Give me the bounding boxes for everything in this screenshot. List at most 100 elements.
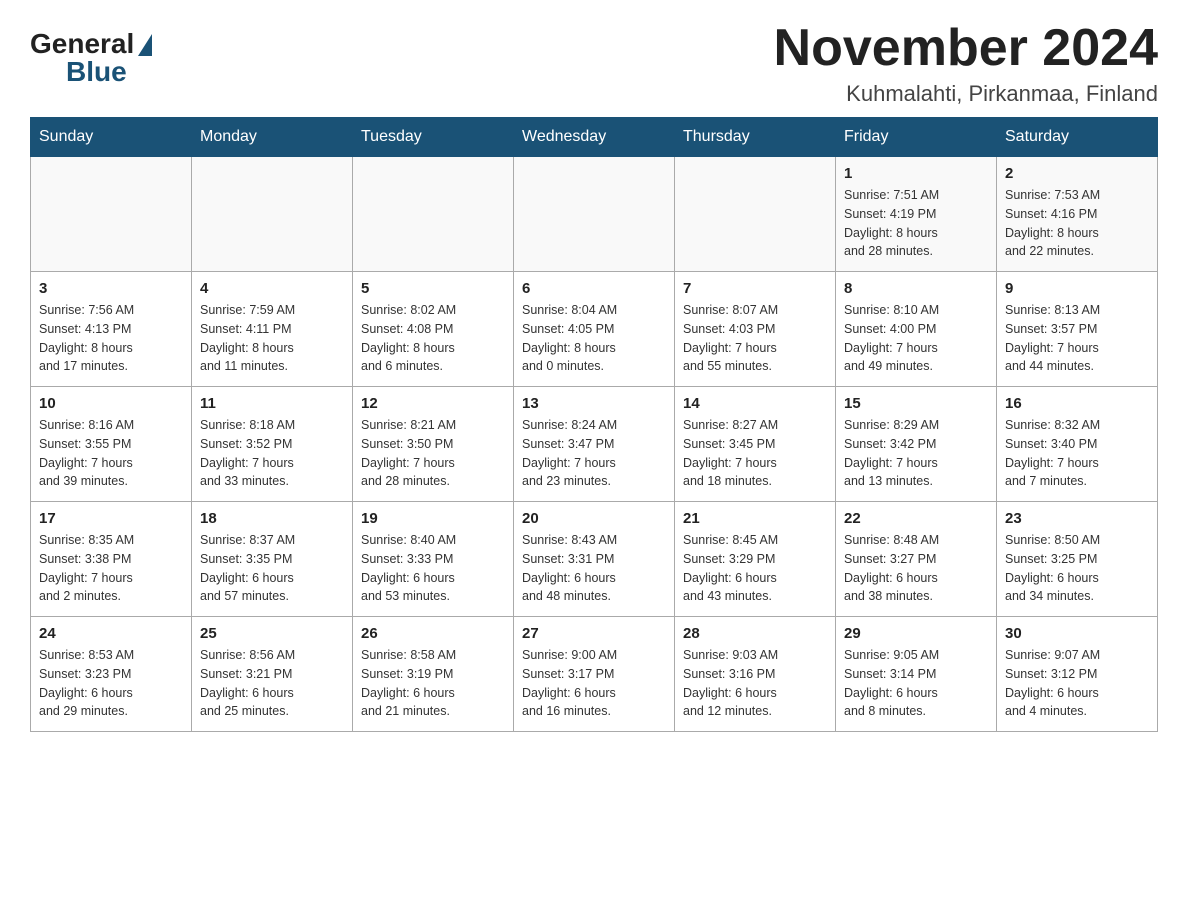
logo-blue-text: Blue (66, 58, 152, 86)
calendar-day-cell: 7Sunrise: 8:07 AMSunset: 4:03 PMDaylight… (675, 272, 836, 387)
calendar-day-cell (675, 157, 836, 272)
calendar-day-cell: 30 Sunrise: 9:07 AMSunset: 3:12 PMDayligh… (997, 617, 1158, 732)
calendar-day-cell: 6 Sunrise: 8:04 AMSunset: 4:05 PMDaylight… (514, 272, 675, 387)
day-number: 6 (522, 280, 666, 297)
calendar-header: SundayMondayTuesdayWednesdayThursdayFrid… (31, 118, 1158, 157)
day-info: Sunrise: 8:37 AMSunset: 3:35 PMDaylight:… (200, 531, 344, 606)
day-info: Sunrise: 9:07 AMSunset: 3:12 PMDaylight:… (1005, 646, 1149, 721)
day-info: Sunrise: 9:00 AMSunset: 3:17 PMDaylight:… (522, 646, 666, 721)
calendar-body: 1 Sunrise: 7:51 AMSunset: 4:19 PMDaylight… (31, 157, 1158, 732)
day-info: Sunrise: 8:56 AMSunset: 3:21 PMDaylight:… (200, 646, 344, 721)
calendar-day-cell: 10Sunrise: 8:16 AMSunset: 3:55 PMDayligh… (31, 387, 192, 502)
day-info: Sunrise: 8:16 AMSunset: 3:55 PMDaylight:… (39, 416, 183, 491)
day-number: 15 (844, 395, 988, 412)
day-number: 2 (1005, 165, 1149, 182)
day-number: 3 (39, 280, 183, 297)
weekday-header-thursday: Thursday (675, 118, 836, 157)
weekday-header-friday: Friday (836, 118, 997, 157)
day-info: Sunrise: 8:04 AMSunset: 4:05 PMDaylight:… (522, 301, 666, 376)
day-info: Sunrise: 8:58 AMSunset: 3:19 PMDaylight:… (361, 646, 505, 721)
title-block: November 2024 Kuhmalahti, Pirkanmaa, Fin… (774, 20, 1158, 107)
day-info: Sunrise: 8:43 AMSunset: 3:31 PMDaylight:… (522, 531, 666, 606)
day-number: 25 (200, 625, 344, 642)
calendar-day-cell: 25 Sunrise: 8:56 AMSunset: 3:21 PMDayligh… (192, 617, 353, 732)
calendar-day-cell: 18 Sunrise: 8:37 AMSunset: 3:35 PMDayligh… (192, 502, 353, 617)
day-number: 11 (200, 395, 344, 412)
calendar-day-cell: 29 Sunrise: 9:05 AMSunset: 3:14 PMDayligh… (836, 617, 997, 732)
calendar-day-cell: 1 Sunrise: 7:51 AMSunset: 4:19 PMDaylight… (836, 157, 997, 272)
day-number: 12 (361, 395, 505, 412)
calendar-day-cell: 3 Sunrise: 7:56 AMSunset: 4:13 PMDaylight… (31, 272, 192, 387)
calendar-day-cell: 12 Sunrise: 8:21 AMSunset: 3:50 PMDayligh… (353, 387, 514, 502)
weekday-header-row: SundayMondayTuesdayWednesdayThursdayFrid… (31, 118, 1158, 157)
day-number: 21 (683, 510, 827, 527)
weekday-header-tuesday: Tuesday (353, 118, 514, 157)
calendar-day-cell: 16Sunrise: 8:32 AMSunset: 3:40 PMDayligh… (997, 387, 1158, 502)
day-number: 29 (844, 625, 988, 642)
day-number: 5 (361, 280, 505, 297)
calendar-day-cell: 4 Sunrise: 7:59 AMSunset: 4:11 PMDaylight… (192, 272, 353, 387)
calendar-week-row: 17 Sunrise: 8:35 AMSunset: 3:38 PMDayligh… (31, 502, 1158, 617)
day-info: Sunrise: 8:53 AMSunset: 3:23 PMDaylight:… (39, 646, 183, 721)
day-number: 18 (200, 510, 344, 527)
calendar-day-cell: 2 Sunrise: 7:53 AMSunset: 4:16 PMDaylight… (997, 157, 1158, 272)
day-number: 4 (200, 280, 344, 297)
day-info: Sunrise: 8:02 AMSunset: 4:08 PMDaylight:… (361, 301, 505, 376)
day-info: Sunrise: 8:50 AMSunset: 3:25 PMDaylight:… (1005, 531, 1149, 606)
day-info: Sunrise: 8:21 AMSunset: 3:50 PMDaylight:… (361, 416, 505, 491)
day-number: 9 (1005, 280, 1149, 297)
day-number: 26 (361, 625, 505, 642)
calendar-day-cell: 17 Sunrise: 8:35 AMSunset: 3:38 PMDayligh… (31, 502, 192, 617)
day-number: 17 (39, 510, 183, 527)
calendar-week-row: 3 Sunrise: 7:56 AMSunset: 4:13 PMDaylight… (31, 272, 1158, 387)
logo-general-text: General (30, 30, 134, 58)
calendar-day-cell: 27 Sunrise: 9:00 AMSunset: 3:17 PMDayligh… (514, 617, 675, 732)
day-number: 23 (1005, 510, 1149, 527)
day-number: 1 (844, 165, 988, 182)
calendar-day-cell: 28 Sunrise: 9:03 AMSunset: 3:16 PMDayligh… (675, 617, 836, 732)
day-number: 28 (683, 625, 827, 642)
weekday-header-sunday: Sunday (31, 118, 192, 157)
calendar-week-row: 10Sunrise: 8:16 AMSunset: 3:55 PMDayligh… (31, 387, 1158, 502)
day-number: 22 (844, 510, 988, 527)
day-number: 19 (361, 510, 505, 527)
day-number: 14 (683, 395, 827, 412)
calendar-day-cell: 15 Sunrise: 8:29 AMSunset: 3:42 PMDayligh… (836, 387, 997, 502)
day-info: Sunrise: 7:51 AMSunset: 4:19 PMDaylight:… (844, 186, 988, 261)
day-info: Sunrise: 8:24 AMSunset: 3:47 PMDaylight:… (522, 416, 666, 491)
calendar-day-cell: 8 Sunrise: 8:10 AMSunset: 4:00 PMDaylight… (836, 272, 997, 387)
day-info: Sunrise: 9:03 AMSunset: 3:16 PMDaylight:… (683, 646, 827, 721)
day-info: Sunrise: 7:53 AMSunset: 4:16 PMDaylight:… (1005, 186, 1149, 261)
logo: General Blue (30, 30, 152, 86)
day-info: Sunrise: 8:35 AMSunset: 3:38 PMDaylight:… (39, 531, 183, 606)
day-info: Sunrise: 8:29 AMSunset: 3:42 PMDaylight:… (844, 416, 988, 491)
calendar-day-cell (192, 157, 353, 272)
logo-triangle-icon (138, 34, 152, 56)
day-info: Sunrise: 8:10 AMSunset: 4:00 PMDaylight:… (844, 301, 988, 376)
day-number: 13 (522, 395, 666, 412)
calendar-day-cell: 14 Sunrise: 8:27 AMSunset: 3:45 PMDayligh… (675, 387, 836, 502)
calendar-day-cell (514, 157, 675, 272)
day-info: Sunrise: 9:05 AMSunset: 3:14 PMDaylight:… (844, 646, 988, 721)
day-number: 20 (522, 510, 666, 527)
calendar-day-cell: 11Sunrise: 8:18 AMSunset: 3:52 PMDayligh… (192, 387, 353, 502)
calendar-day-cell: 9Sunrise: 8:13 AMSunset: 3:57 PMDaylight… (997, 272, 1158, 387)
day-info: Sunrise: 7:56 AMSunset: 4:13 PMDaylight:… (39, 301, 183, 376)
calendar-day-cell: 21Sunrise: 8:45 AMSunset: 3:29 PMDayligh… (675, 502, 836, 617)
calendar-day-cell: 20 Sunrise: 8:43 AMSunset: 3:31 PMDayligh… (514, 502, 675, 617)
weekday-header-saturday: Saturday (997, 118, 1158, 157)
day-number: 27 (522, 625, 666, 642)
logo-general: General (30, 30, 152, 58)
day-number: 7 (683, 280, 827, 297)
day-number: 24 (39, 625, 183, 642)
weekday-header-wednesday: Wednesday (514, 118, 675, 157)
calendar-day-cell (31, 157, 192, 272)
day-number: 30 (1005, 625, 1149, 642)
weekday-header-monday: Monday (192, 118, 353, 157)
page-header: General Blue November 2024 Kuhmalahti, P… (30, 20, 1158, 107)
day-info: Sunrise: 8:27 AMSunset: 3:45 PMDaylight:… (683, 416, 827, 491)
calendar-day-cell: 26 Sunrise: 8:58 AMSunset: 3:19 PMDayligh… (353, 617, 514, 732)
calendar-week-row: 1 Sunrise: 7:51 AMSunset: 4:19 PMDaylight… (31, 157, 1158, 272)
day-info: Sunrise: 7:59 AMSunset: 4:11 PMDaylight:… (200, 301, 344, 376)
day-number: 8 (844, 280, 988, 297)
